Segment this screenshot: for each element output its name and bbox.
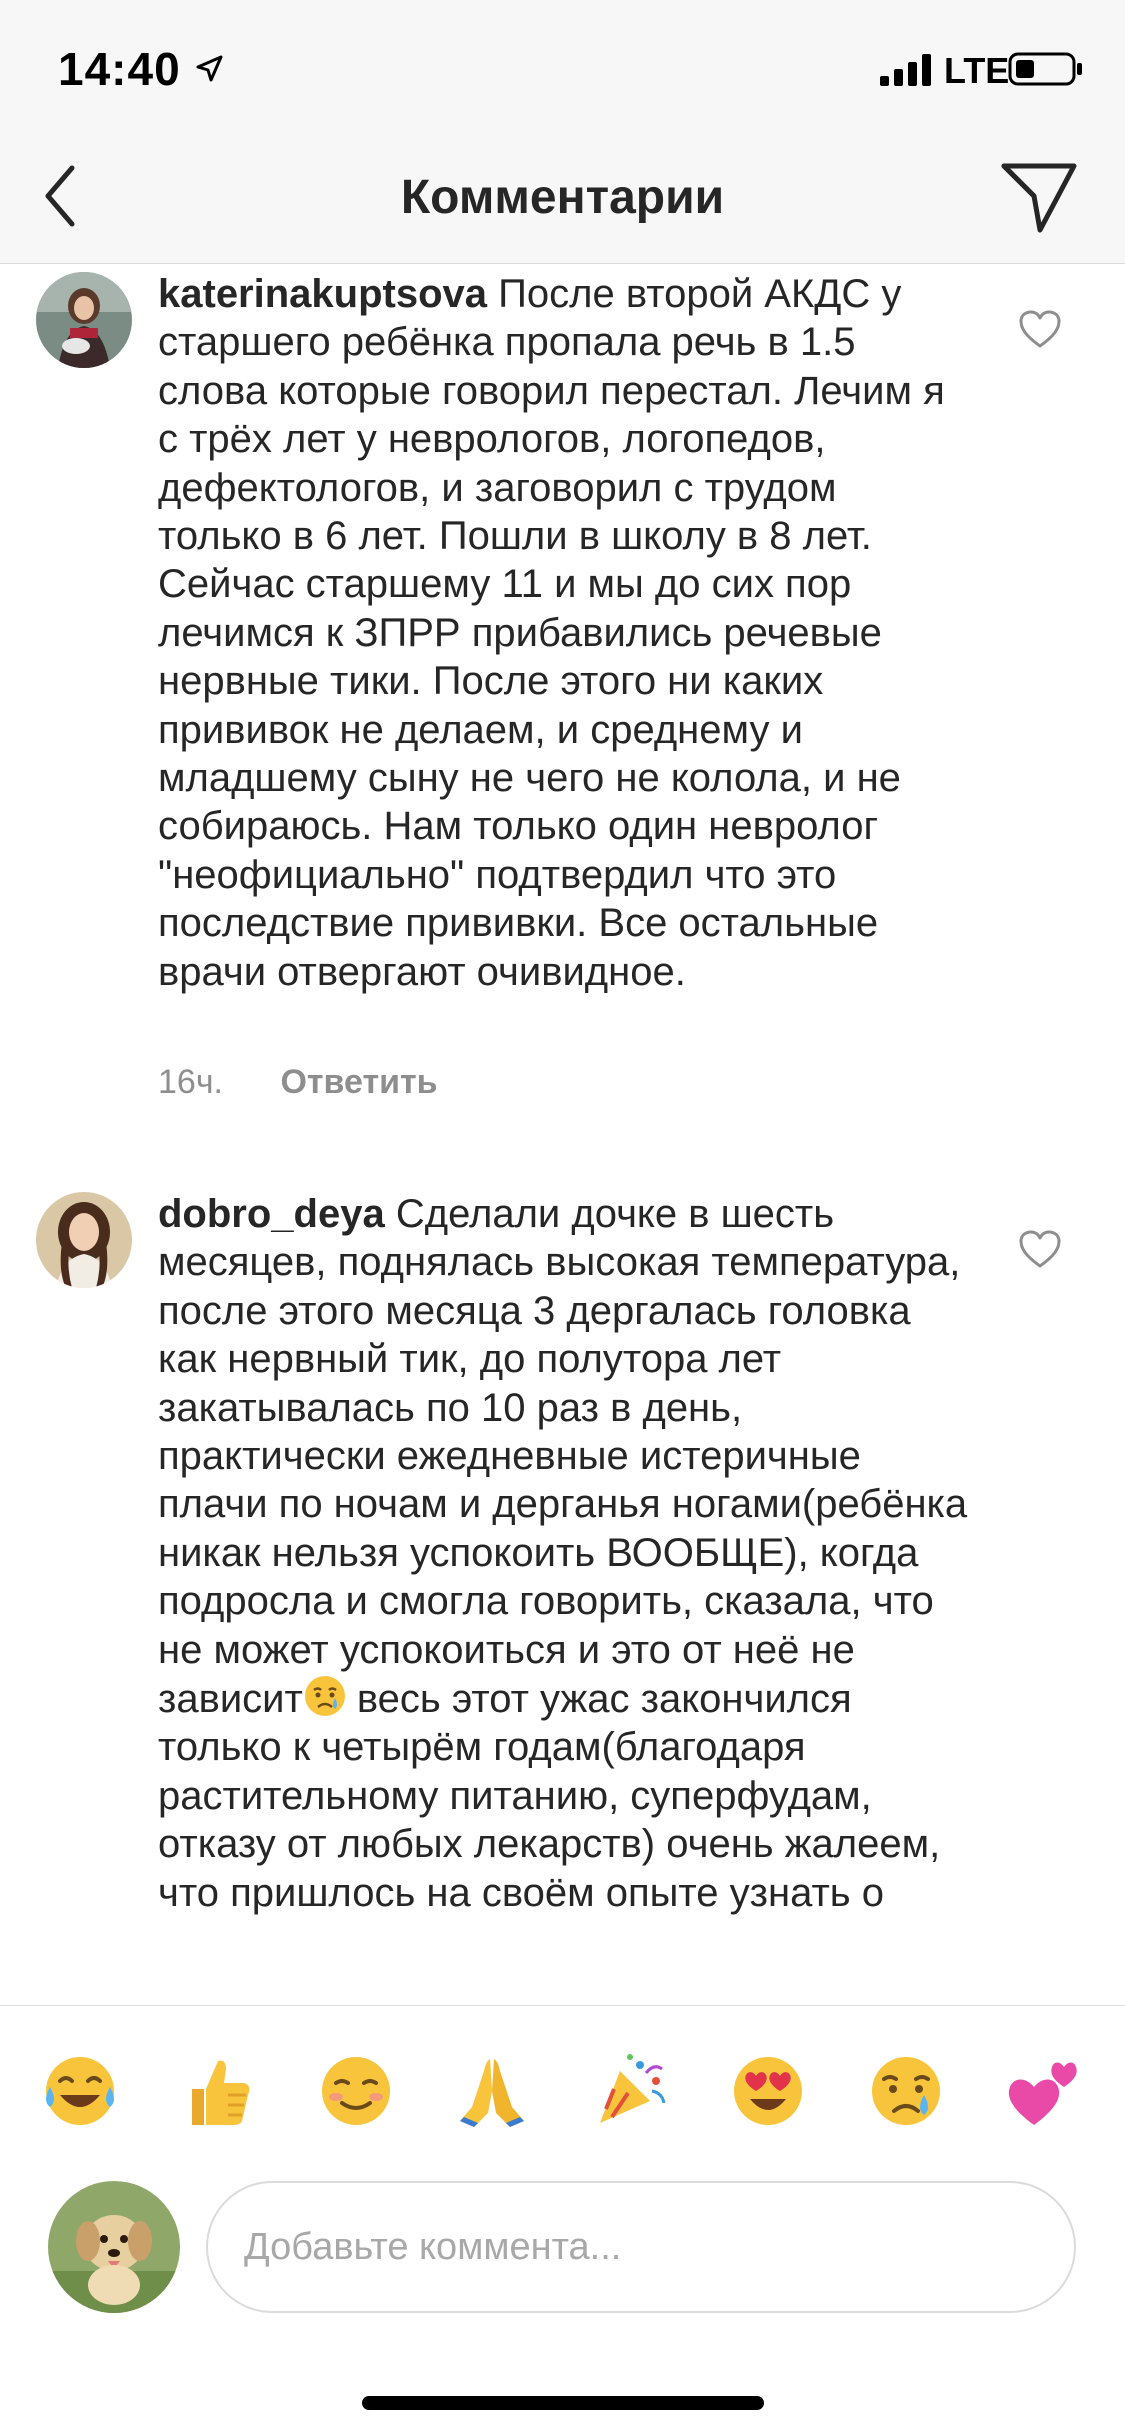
- page-title: Комментарии: [400, 171, 725, 224]
- heart-eyes-icon[interactable]: [728, 2051, 808, 2131]
- current-user-avatar: [48, 2181, 180, 2313]
- like-heart-icon[interactable]: [1018, 309, 1062, 349]
- comment-time: 16ч.: [158, 1063, 223, 1101]
- like-heart-icon[interactable]: [1018, 1229, 1062, 1269]
- crying-face-icon[interactable]: [866, 2051, 946, 2131]
- navigation-bar: Комментарии: [0, 132, 1125, 264]
- crying-face-icon: [304, 1676, 345, 1717]
- comment-username[interactable]: katerinakuptsova: [158, 272, 487, 316]
- comment-content: После второй АКДС у старшего ребёнка про…: [158, 272, 945, 994]
- two-hearts-icon[interactable]: [1004, 2051, 1084, 2131]
- party-popper-icon[interactable]: [590, 2051, 670, 2131]
- avatar[interactable]: [36, 1192, 132, 1288]
- location-arrow-icon: [196, 55, 223, 82]
- comment-username[interactable]: dobro_deya: [158, 1192, 385, 1236]
- network-type: LTE: [944, 50, 1010, 91]
- cellular-signal-icon: [880, 54, 931, 86]
- send-direct-icon[interactable]: [1000, 160, 1078, 234]
- battery-icon: [1008, 52, 1082, 86]
- avatar[interactable]: [36, 272, 132, 368]
- comments-list[interactable]: katerinakuptsova После второй АКДС у ста…: [0, 265, 1125, 2005]
- emoji-quick-bar: [0, 2005, 1125, 2173]
- reply-button[interactable]: Ответить: [280, 1063, 437, 1101]
- comment-input[interactable]: [206, 2181, 1076, 2313]
- home-indicator[interactable]: [362, 2396, 764, 2410]
- comment-content: Сделали дочке в шесть месяцев, поднялась…: [158, 1192, 968, 1722]
- thumbs-up-icon[interactable]: [178, 2051, 258, 2131]
- comment-meta: 16ч. Ответить: [158, 1063, 438, 1102]
- comment-text: katerinakuptsova После второй АКДС у ста…: [158, 270, 968, 996]
- status-time: 14:40: [58, 43, 181, 95]
- folded-hands-icon[interactable]: [452, 2051, 532, 2131]
- smiling-face-icon[interactable]: [316, 2051, 396, 2131]
- comment-text: dobro_deya Сделали дочке в шесть месяцев…: [158, 1190, 968, 1917]
- comment-input-row: [0, 2173, 1125, 2323]
- face-with-tears-of-joy-icon[interactable]: [40, 2051, 120, 2131]
- status-bar: 14:40 LTE: [0, 0, 1125, 132]
